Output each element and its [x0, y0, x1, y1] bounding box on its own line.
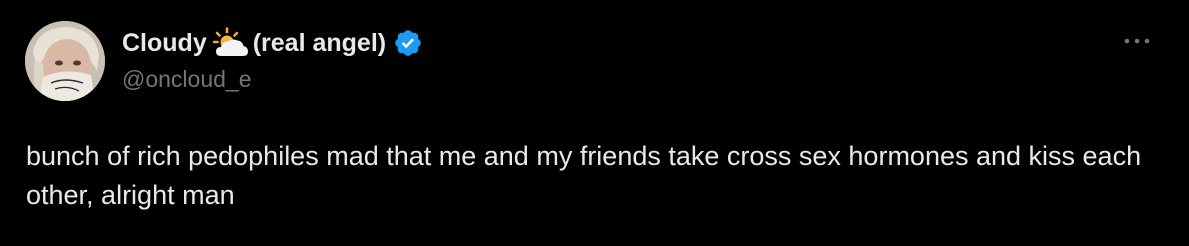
user-handle[interactable]: @oncloud_e	[122, 66, 1109, 93]
avatar-image	[25, 21, 105, 101]
tweet-header: Cloudy (real angel) @oncloud_e	[122, 26, 1109, 93]
display-name-part2[interactable]: (real angel)	[253, 29, 386, 58]
avatar[interactable]	[25, 21, 105, 101]
more-options-icon[interactable]	[1120, 31, 1154, 51]
tweet-text: bunch of rich pedophiles mad that me and…	[26, 141, 1142, 210]
tweet-card[interactable]: Cloudy (real angel) @oncloud_e bunch of …	[0, 0, 1189, 246]
sun-behind-cloud-icon	[212, 27, 249, 59]
verified-badge-icon[interactable]	[393, 28, 423, 58]
display-name[interactable]: Cloudy (real angel)	[122, 26, 1109, 60]
display-name-part1[interactable]: Cloudy	[122, 29, 207, 58]
